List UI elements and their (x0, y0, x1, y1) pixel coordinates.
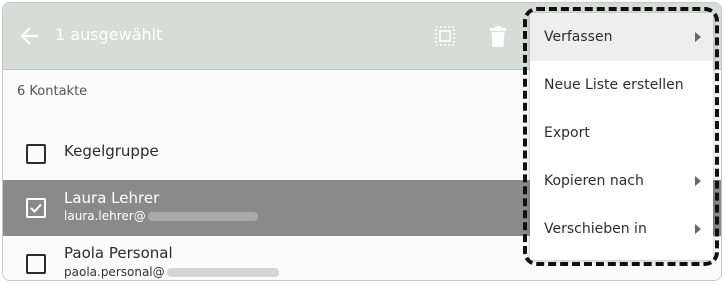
selection-count-title: 1 ausgewählt (55, 25, 163, 44)
trash-icon[interactable] (488, 26, 508, 48)
context-menu: Verfassen Neue Liste erstellen Export Ko… (530, 13, 713, 260)
contact-email: laura.lehrer@ (64, 209, 258, 223)
redacted-domain (147, 212, 258, 221)
contact-name: Laura Lehrer (64, 189, 160, 207)
menu-item-verschieben-in[interactable]: Verschieben in (530, 205, 713, 253)
contact-email: paola.personal@ (64, 265, 279, 279)
menu-item-label: Neue Liste erstellen (544, 77, 684, 93)
menu-item-kopieren-nach[interactable]: Kopieren nach (530, 157, 713, 205)
contact-count: 6 Kontakte (17, 84, 88, 99)
menu-item-neue-liste[interactable]: Neue Liste erstellen (530, 61, 713, 109)
contact-name: Paola Personal (64, 244, 173, 262)
row-checkbox-checked[interactable] (26, 198, 46, 218)
chevron-right-icon (695, 32, 701, 42)
contact-email-prefix: laura.lehrer@ (64, 209, 146, 223)
select-all-icon[interactable] (435, 26, 455, 46)
checkmark-icon (30, 203, 42, 213)
chevron-right-icon (695, 224, 701, 234)
redacted-domain (166, 268, 279, 277)
menu-item-label: Verfassen (544, 29, 613, 45)
menu-item-verfassen[interactable]: Verfassen (530, 13, 713, 61)
contact-name: Kegelgruppe (64, 142, 159, 160)
chevron-right-icon (695, 176, 701, 186)
menu-item-label: Kopieren nach (544, 173, 644, 189)
menu-item-export[interactable]: Export (530, 109, 713, 157)
menu-item-label: Verschieben in (544, 221, 647, 237)
arrow-left-icon[interactable] (19, 26, 39, 46)
row-checkbox[interactable] (26, 254, 46, 274)
contact-email-prefix: paola.personal@ (64, 265, 165, 279)
row-checkbox[interactable] (26, 144, 46, 164)
menu-item-label: Export (544, 125, 590, 141)
